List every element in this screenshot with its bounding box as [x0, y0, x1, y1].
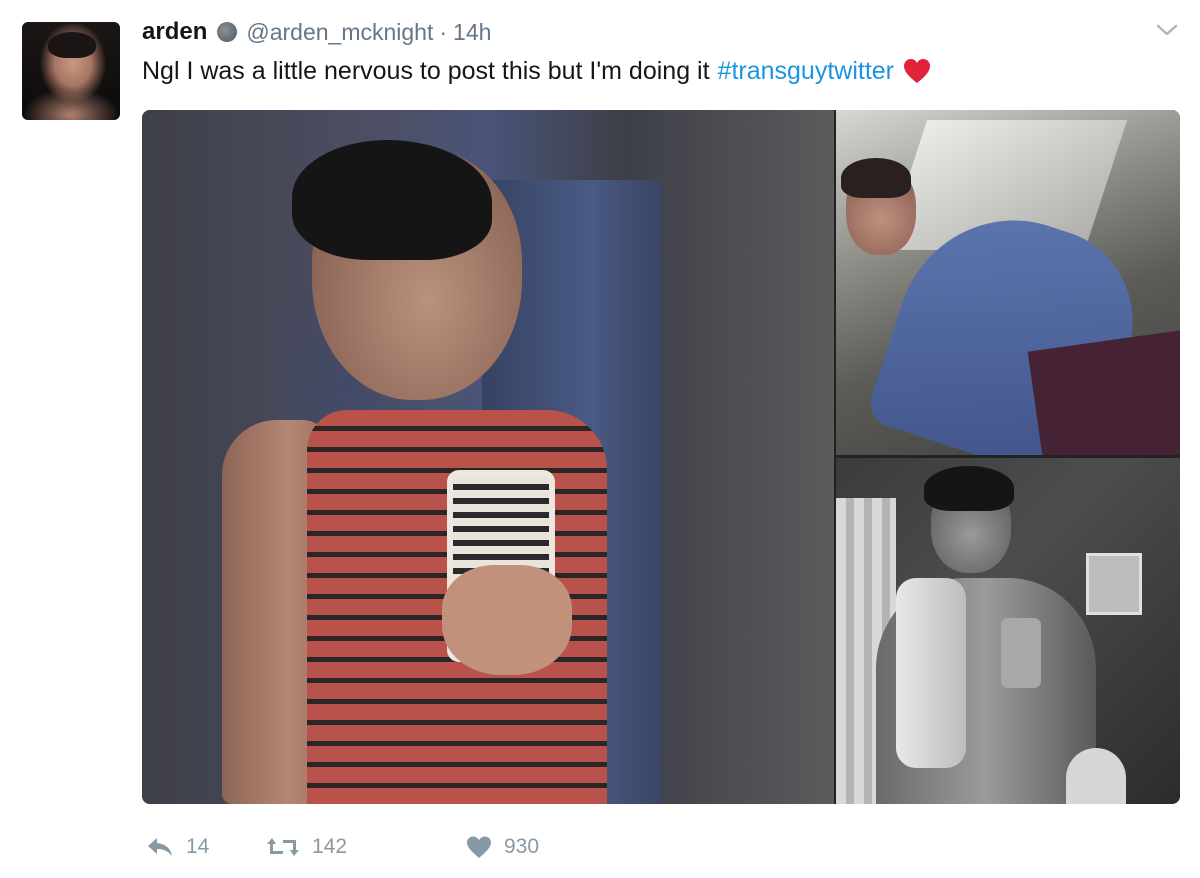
reply-count: 14 [186, 835, 210, 858]
photo-bottom-right[interactable] [836, 458, 1180, 804]
grey-circle-icon [217, 22, 238, 42]
chevron-down-icon[interactable] [1154, 20, 1180, 40]
photo-hand [442, 565, 572, 675]
photo-phone [1001, 618, 1041, 688]
tweet-timestamp[interactable]: 14h [453, 19, 491, 46]
header-separator: · [439, 18, 448, 45]
avatar-hair [48, 32, 96, 58]
reply-button[interactable]: 14 [146, 832, 266, 862]
photo-hair [292, 140, 492, 260]
photo-hair [841, 158, 911, 198]
photo-main[interactable] [142, 110, 834, 804]
tweet-body: Ngl I was a little nervous to post this … [142, 57, 710, 85]
photo-top-right[interactable] [836, 110, 1180, 455]
tweet-actions: 14 142 930 [146, 832, 539, 862]
photo-towel [896, 578, 966, 768]
hashtag-link[interactable]: #transguytwitter [718, 54, 894, 88]
red-heart-icon [904, 59, 931, 83]
like-button[interactable]: 930 [466, 832, 539, 862]
tweet: arden @arden_mcknight · 14h Ngl I was a … [0, 0, 1200, 878]
retweet-button[interactable]: 142 [266, 832, 466, 862]
retweet-count: 142 [312, 835, 348, 858]
tweet-text: Ngl I was a little nervous to post this … [142, 54, 932, 88]
heart-icon [467, 836, 491, 858]
display-name[interactable]: arden [142, 18, 207, 46]
media-grid [142, 110, 1180, 804]
photo-hair [924, 466, 1014, 511]
photo-toilet [1066, 748, 1126, 804]
like-count: 930 [504, 835, 540, 858]
user-handle[interactable]: @arden_mcknight [246, 19, 433, 46]
photo-pants [1027, 329, 1180, 455]
retweet-icon [267, 838, 299, 856]
avatar[interactable] [22, 22, 120, 120]
reply-icon [148, 838, 172, 856]
photo-frame [1086, 553, 1142, 615]
tweet-header: arden @arden_mcknight · 14h [142, 16, 491, 48]
